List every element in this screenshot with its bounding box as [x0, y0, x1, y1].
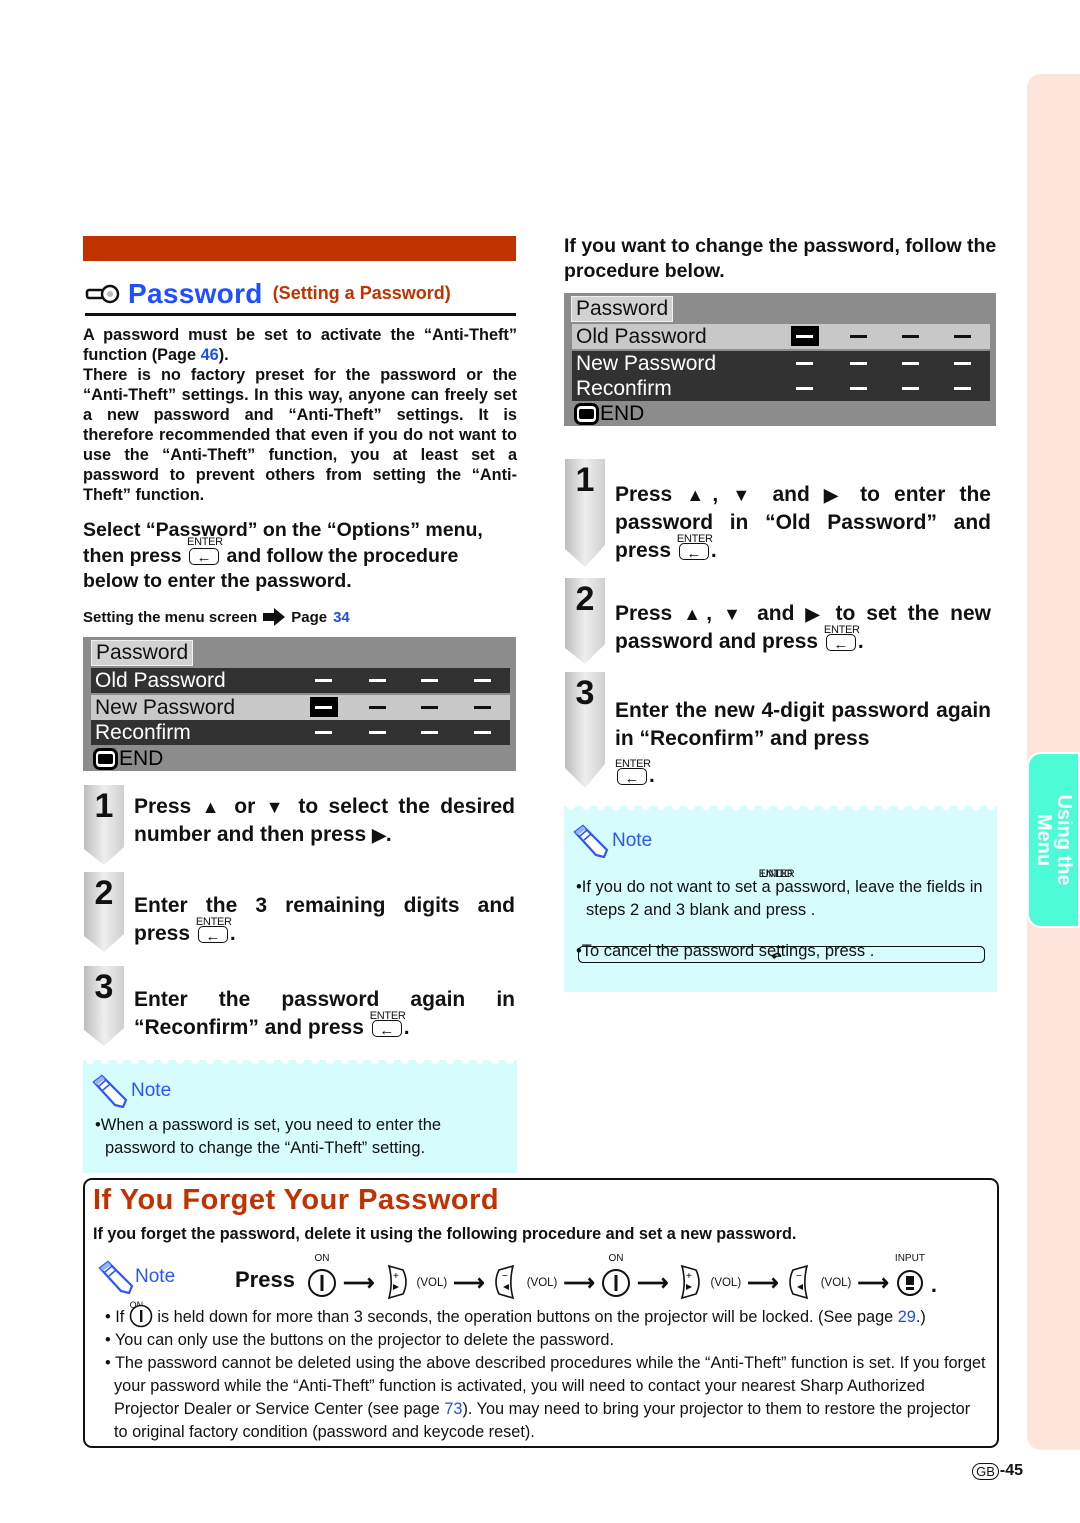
power-on-button-icon: ON — [601, 1253, 631, 1298]
right-arrow-icon: ▶ — [372, 825, 386, 845]
osd-row-new-password[interactable]: New Password — [572, 351, 990, 376]
note-left: Note •When a password is set, you need t… — [83, 1060, 517, 1173]
svg-text:−: − — [796, 1271, 802, 1282]
svg-text:+: + — [393, 1271, 399, 1282]
menu-button-icon — [93, 748, 118, 770]
left-step-2: 2 Enter the 3 remaining digits and press… — [83, 872, 515, 957]
osd-row-old-password[interactable]: Old Password — [572, 324, 990, 349]
page-number: GB -45 — [972, 1462, 1023, 1480]
right-step-3: 3 Enter the new 4-digit password again i… — [564, 672, 991, 793]
forget-note-heading: Note — [97, 1260, 175, 1294]
forget-notes: • If ON is held down for more than 3 sec… — [100, 1300, 987, 1444]
left-step-3: 3 Enter the password again in “Reconfirm… — [83, 966, 515, 1051]
power-on-button-icon: ON — [307, 1253, 337, 1298]
enter-key-icon: ENTER — [196, 916, 232, 951]
osd-row-reconfirm[interactable]: Reconfirm — [91, 720, 510, 745]
down-arrow-icon: ▼ — [265, 797, 288, 817]
note-right: Note •If you do not want to set a passwo… — [564, 806, 997, 992]
volume-up-button-icon: + — [381, 1264, 411, 1300]
key-icon — [85, 284, 120, 303]
change-password-lead: If you want to change the password, foll… — [564, 235, 997, 282]
forget-bullet-2: • You can only use the buttons on the pr… — [105, 1331, 614, 1349]
forget-bullet-1: • If ON is held down for more than 3 sec… — [105, 1300, 926, 1328]
forget-title: If You Forget Your Password — [93, 1184, 500, 1216]
note-item: •When a password is set, you need to ent… — [95, 1116, 442, 1157]
button-sequence: Press ON ⟶ + (VOL) ⟶ − (VOL) ⟶ ON ⟶ + (V… — [235, 1253, 938, 1300]
menu-button-icon — [574, 403, 599, 425]
note-heading: Note — [91, 1074, 171, 1108]
volume-up-button-icon: + — [674, 1264, 704, 1300]
osd-password-menu-new: Password Old Password New Password Recon… — [83, 637, 516, 771]
side-tab-label-line1: Using the — [1052, 794, 1075, 886]
intro-paragraph-2: There is no factory preset for the passw… — [83, 366, 517, 504]
section-subtitle: (Setting a Password) — [272, 283, 451, 303]
pencil-icon — [98, 1260, 134, 1294]
up-arrow-icon: ▲ — [201, 797, 224, 817]
arrow-right-icon — [263, 608, 286, 626]
power-on-button-icon: ON — [129, 1300, 153, 1328]
digit-cursor — [791, 326, 819, 346]
volume-down-button-icon: − — [785, 1264, 815, 1300]
osd-row-new-password[interactable]: New Password — [91, 695, 510, 720]
page-link-34[interactable]: 34 — [333, 609, 350, 626]
enter-key-icon: ENTER — [370, 1010, 406, 1045]
osd-password-menu-old: Password Old Password New Password Recon… — [564, 293, 996, 426]
osd-end-hint: END — [574, 402, 644, 426]
side-tab-label: Using the Menu — [1032, 794, 1075, 886]
left-step-1: 1 Press ▲ or ▼ to select the desired num… — [83, 785, 515, 870]
page-link-73[interactable]: 73 — [444, 1400, 462, 1418]
svg-text:+: + — [686, 1271, 692, 1282]
lead-instruction: Select “Password” on the “Options” menu,… — [83, 518, 517, 594]
osd-end-hint: END — [93, 747, 163, 771]
osd-title: Password — [91, 640, 194, 666]
pencil-icon — [92, 1074, 128, 1108]
side-tab-using-the-menu[interactable]: Using the Menu — [1027, 752, 1080, 928]
svg-text:−: − — [502, 1271, 508, 1282]
osd-row-reconfirm[interactable]: Reconfirm — [572, 376, 990, 401]
region-badge: GB — [972, 1462, 999, 1480]
osd-title: Password — [571, 296, 674, 322]
forget-password-box: If You Forget Your Password If you forge… — [83, 1178, 999, 1448]
page-link-46[interactable]: 46 — [201, 346, 219, 364]
enter-key-icon: ENTER — [187, 536, 223, 570]
menu-reference: Setting the menu screen Page 34 — [83, 608, 350, 626]
forget-intro: If you forget the password, delete it us… — [93, 1225, 797, 1243]
section-heading: Password (Setting a Password) — [85, 274, 516, 316]
digit-cursor — [310, 697, 338, 717]
page-link-29[interactable]: 29 — [898, 1308, 916, 1326]
osd-row-old-password[interactable]: Old Password — [91, 668, 510, 693]
pencil-icon — [573, 824, 609, 858]
forget-bullet-3: • The password cannot be deleted using t… — [105, 1354, 986, 1441]
volume-down-button-icon: − — [491, 1264, 521, 1300]
section-title: Password — [128, 277, 263, 309]
input-button-icon: INPUT — [895, 1253, 925, 1298]
intro-text: A password must be set to activate the “… — [83, 326, 517, 504]
right-step-1: 1 Press ▲, ▼ and ▶ to enter the password… — [564, 459, 991, 569]
enter-key-icon: ENTER — [677, 533, 713, 568]
right-step-2: 2 Press ▲, ▼ and ▶ to set the new passwo… — [564, 578, 991, 668]
section-color-bar — [83, 236, 516, 261]
enter-key-icon: ENTER — [615, 758, 651, 793]
side-tab-label-line2: Menu — [1032, 813, 1055, 867]
enter-key-icon: ENTER — [824, 624, 860, 659]
